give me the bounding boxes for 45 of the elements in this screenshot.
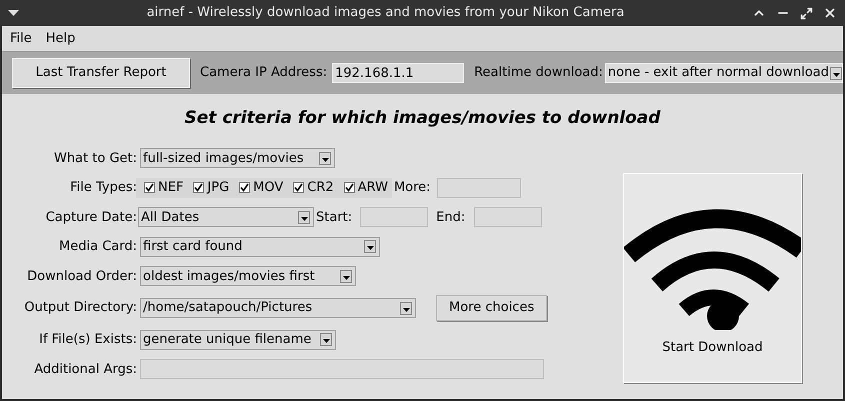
file-type-checkbox[interactable]: CR2 [293,178,334,198]
checkbox[interactable] [239,182,250,194]
field-label: Download Order: [26,268,138,286]
realtime-dropdown[interactable]: none - exit after normal download [604,63,843,83]
field-label: More: [394,179,431,197]
file-type-checkbox[interactable]: NEF [144,178,184,198]
field-label: What to Get: [52,150,138,168]
checkbox[interactable] [193,182,204,194]
checkbox[interactable] [144,182,155,194]
field-label: Additional Args: [33,360,138,378]
dropdown[interactable]: /home/satapouch/Pictures [140,298,416,318]
menu-item[interactable]: Help [46,28,76,48]
input-field[interactable] [360,207,428,228]
field-label: End: [436,208,466,226]
field-label: File Types: [69,179,138,197]
ip-address-field[interactable]: 192.168.1.1 [332,63,464,83]
input-field[interactable] [436,178,521,198]
dropdown[interactable]: generate unique filename [140,330,336,350]
close-icon[interactable] [823,6,837,20]
input-field[interactable] [140,359,544,380]
file-type-checkbox[interactable]: JPG [193,178,230,198]
dropdown[interactable]: full-sized images/movies [140,148,335,168]
last-transfer-report-button[interactable]: Last Transfer Report [12,58,190,88]
heading: Set criteria for which images/movies to download [184,107,662,130]
field-label: Media Card: [58,238,138,256]
window-title: airnef - Wirelessly download images and movies from your Nikon Camera [146,4,626,22]
maximize-icon[interactable] [800,6,813,20]
dropdown[interactable]: oldest images/movies first [140,266,356,286]
window-menu-icon[interactable] [8,10,19,16]
menu-item[interactable]: File [10,28,32,48]
dropdown[interactable]: first card found [140,236,380,257]
start-download-button[interactable]: Start Download [623,172,802,382]
ip-label: Camera IP Address: [200,64,328,82]
input-field[interactable] [474,207,542,228]
field-label: Start: [316,208,352,226]
file-type-checkbox[interactable]: ARW [344,178,388,198]
file-type-checkbox[interactable]: MOV [239,178,284,198]
checkbox[interactable] [293,182,304,194]
field-label: Capture Date: [44,208,138,226]
field-label: Output Directory: [23,299,138,318]
field-label: If File(s) Exists: [38,331,138,349]
dropdown[interactable]: All Dates [138,207,314,228]
more-choices-button[interactable]: More choices [436,295,548,321]
realtime-label: Realtime download: [474,64,603,82]
checkbox[interactable] [344,182,355,194]
